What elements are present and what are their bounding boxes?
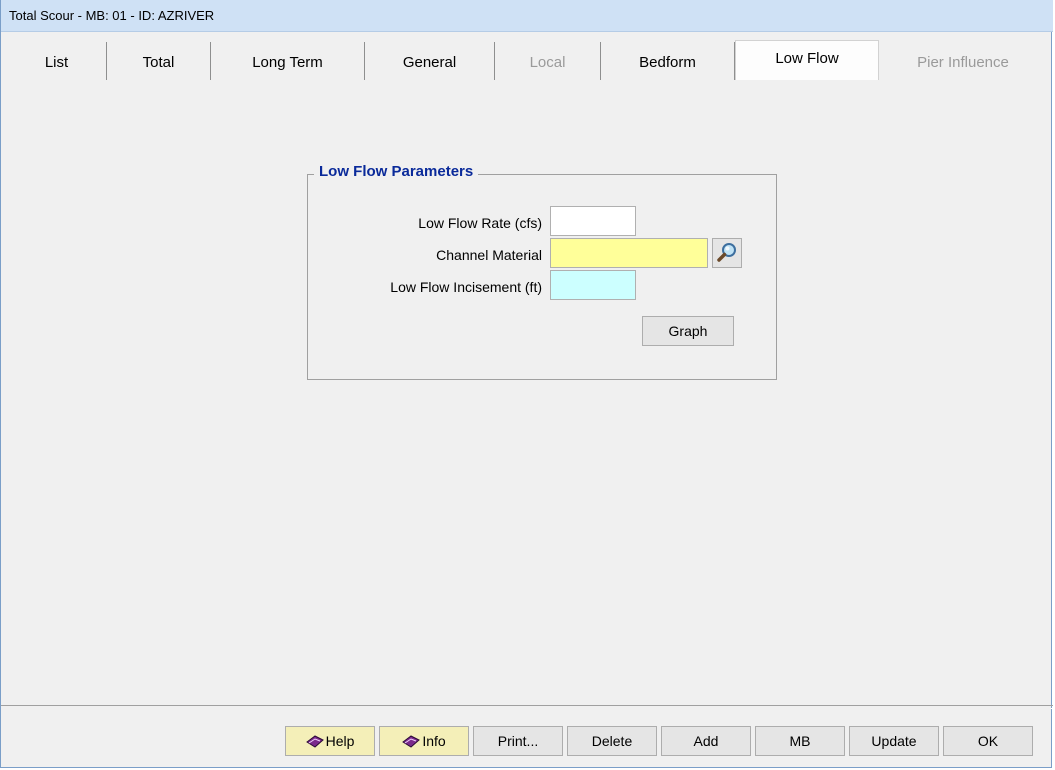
tab-pier-influence-label: Pier Influence <box>917 54 1009 71</box>
update-button[interactable]: Update <box>849 726 939 756</box>
tab-pier-influence[interactable]: Pier Influence <box>879 42 1047 80</box>
button-panel: Help Info Print... Delete Add MB Update … <box>1 708 1051 766</box>
update-button-label: Update <box>871 733 917 749</box>
graph-button-label: Graph <box>668 323 708 339</box>
add-button[interactable]: Add <box>661 726 751 756</box>
book-icon <box>305 735 324 748</box>
window: Total Scour - MB: 01 - ID: AZRIVER List … <box>0 0 1053 768</box>
low-flow-incisement-label: Low Flow Incisement (ft) <box>390 279 542 295</box>
help-button-label: Help <box>325 733 355 749</box>
low-flow-parameters-group: Low Flow Parameters Low Flow Rate (cfs) … <box>307 163 777 380</box>
tab-bedform[interactable]: Bedform <box>601 42 735 80</box>
channel-material-lookup-button[interactable] <box>712 238 742 268</box>
low-flow-rate-label: Low Flow Rate (cfs) <box>418 215 542 231</box>
book-icon <box>402 735 421 748</box>
delete-button[interactable]: Delete <box>567 726 657 756</box>
title-bar: Total Scour - MB: 01 - ID: AZRIVER <box>1 0 1053 32</box>
tab-bedform-label: Bedform <box>639 54 696 71</box>
magnifier-icon <box>717 243 736 262</box>
tab-list-label: List <box>44 54 69 71</box>
graph-button[interactable]: Graph <box>642 316 734 346</box>
window-title: Total Scour - MB: 01 - ID: AZRIVER <box>9 8 215 23</box>
tab-bar: List Total Long Term General Local Bedfo… <box>7 40 1047 82</box>
mb-button-label: MB <box>789 733 811 749</box>
print-button-label: Print... <box>497 733 539 749</box>
add-button-label: Add <box>693 733 719 749</box>
tab-general-label: General <box>402 54 457 71</box>
delete-button-label: Delete <box>591 733 633 749</box>
tab-low-flow[interactable]: Low Flow <box>735 40 879 80</box>
tab-long-term-label: Long Term <box>252 54 323 71</box>
low-flow-incisement-input[interactable] <box>550 270 636 300</box>
tab-local[interactable]: Local <box>495 42 601 80</box>
tab-total-label: Total <box>142 54 175 71</box>
tab-total[interactable]: Total <box>107 42 211 80</box>
tab-list[interactable]: List <box>7 42 107 80</box>
low-flow-rate-input[interactable] <box>550 206 636 236</box>
print-button[interactable]: Print... <box>473 726 563 756</box>
tab-content-low-flow: Low Flow Parameters Low Flow Rate (cfs) … <box>7 82 1047 700</box>
channel-material-label: Channel Material <box>436 247 542 263</box>
mb-button[interactable]: MB <box>755 726 845 756</box>
tab-local-label: Local <box>529 54 566 71</box>
info-button[interactable]: Info <box>379 726 469 756</box>
group-title: Low Flow Parameters <box>314 163 479 180</box>
ok-button[interactable]: OK <box>943 726 1033 756</box>
help-button[interactable]: Help <box>285 726 375 756</box>
tab-long-term[interactable]: Long Term <box>211 42 365 80</box>
info-button-label: Info <box>422 733 446 749</box>
tab-low-flow-label: Low Flow <box>775 50 839 67</box>
channel-material-input[interactable] <box>550 238 708 268</box>
ok-button-label: OK <box>977 733 999 749</box>
tab-general[interactable]: General <box>365 42 495 80</box>
